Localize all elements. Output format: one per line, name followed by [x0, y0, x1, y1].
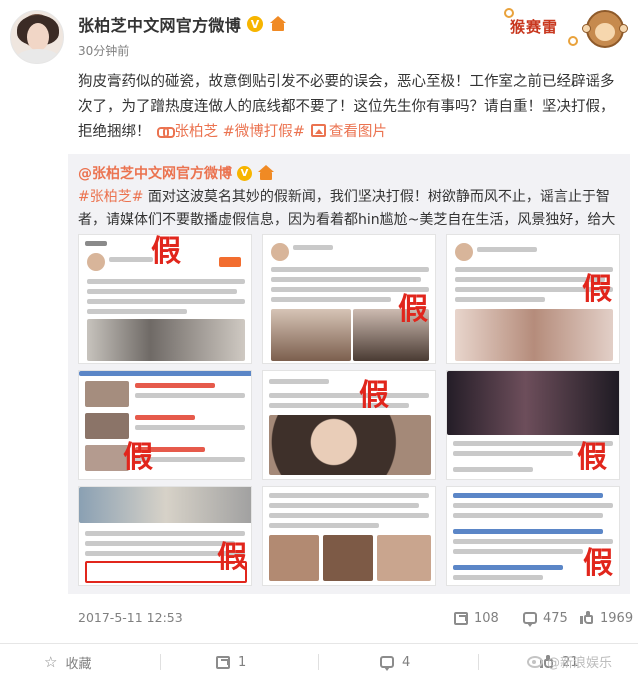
star-icon: ☆ [44, 652, 58, 671]
repost-count: 1 [238, 654, 247, 670]
comment-button[interactable]: 4 [380, 652, 410, 672]
share-icon [454, 611, 468, 625]
swirl-icon [504, 8, 514, 18]
view-images-link[interactable]: 查看图片 [329, 124, 387, 140]
repost-like-stat[interactable]: 1969 [580, 608, 633, 628]
fake-stamp: 假 [151, 234, 181, 269]
fake-news-image[interactable]: 假 [262, 370, 436, 480]
fake-stamp: 假 [398, 292, 428, 327]
fake-stamp: 假 [577, 440, 607, 475]
author-name-row: 张柏芝中文网官方微博 V [78, 13, 287, 35]
fake-news-image[interactable]: 假 [78, 234, 252, 364]
fake-news-image[interactable]: 假 [262, 234, 436, 364]
repost-footer: 2017-5-11 12:53 108 475 1969 [68, 603, 633, 633]
repost-box: @张柏芝中文网官方微博 V #张柏芝# 面对这波莫名其妙的假新闻，我们坚决打假！… [68, 154, 630, 594]
monkey-ear [582, 24, 591, 33]
comment-count-action: 4 [402, 654, 411, 670]
action-separator [318, 654, 319, 670]
post-time[interactable]: 30分钟前 [78, 42, 129, 59]
fake-news-image[interactable]: 假 [446, 370, 620, 480]
weibo-eye-icon [527, 655, 543, 668]
avatar-shirt [15, 49, 61, 63]
repost-button[interactable]: 1 [216, 652, 246, 672]
fake-stamp: 假 [123, 440, 153, 475]
image-icon [310, 124, 326, 137]
verified-v-icon: V [237, 165, 252, 181]
fake-stamp: 假 [217, 540, 247, 575]
repost-author-link[interactable]: @张柏芝中文网官方微博 [78, 163, 232, 183]
watermark-text: @新浪娱乐 [547, 656, 613, 671]
fake-news-image[interactable]: 假 [446, 234, 620, 364]
fake-news-image[interactable]: 假 [78, 370, 252, 480]
repost-share-stat[interactable]: 108 [454, 608, 499, 628]
avatar-face [27, 23, 49, 51]
favorite-button[interactable]: ☆ 收藏 [44, 652, 91, 672]
fake-stamp: 假 [359, 378, 389, 413]
mention-link[interactable]: 张柏芝 [175, 124, 219, 140]
official-home-icon[interactable] [257, 165, 275, 181]
decoration-text: 猴赛雷 [510, 18, 559, 36]
author-avatar[interactable] [10, 10, 64, 64]
repost-author-row: @张柏芝中文网官方微博 V [78, 163, 275, 183]
fake-stamp: 假 [583, 546, 613, 581]
share-icon [216, 655, 230, 669]
comment-icon [523, 612, 537, 627]
fake-news-image[interactable] [262, 486, 436, 586]
favorite-label: 收藏 [65, 656, 92, 672]
share-count: 108 [474, 610, 499, 626]
post-text: 狗皮膏药似的碰瓷，故意倒贴引发不必要的误会，恶心至极！工作室之前已经辟谣多次了，… [78, 70, 626, 145]
swirl-icon [568, 36, 578, 46]
fake-stamp: 假 [582, 272, 612, 307]
monkey-ear [619, 24, 628, 33]
official-home-icon[interactable] [269, 16, 287, 32]
repost-date[interactable]: 2017-5-11 12:53 [78, 610, 183, 625]
fake-news-image[interactable]: 假 [78, 486, 252, 586]
fake-news-image[interactable]: 假 [446, 486, 620, 586]
topic-link[interactable]: #微博打假# [223, 124, 305, 140]
monkey-icon [582, 10, 628, 48]
repost-topic-link[interactable]: #张柏芝# [78, 189, 143, 205]
comment-count: 475 [543, 610, 568, 626]
repost-comment-stat[interactable]: 475 [523, 608, 568, 628]
like-icon [580, 611, 594, 625]
link-icon [156, 125, 175, 138]
action-separator [160, 654, 161, 670]
comment-icon [380, 656, 394, 671]
sina-watermark: @新浪娱乐 [527, 652, 612, 671]
post-header: 张柏芝中文网官方微博 V 30分钟前 猴赛雷 [0, 0, 638, 72]
verified-v-icon: V [247, 16, 264, 32]
author-name[interactable]: 张柏芝中文网官方微博 [78, 12, 241, 36]
like-count: 1969 [600, 610, 634, 626]
action-separator [478, 654, 479, 670]
monkey-decoration: 猴赛雷 [504, 6, 630, 54]
monkey-face [595, 23, 615, 41]
